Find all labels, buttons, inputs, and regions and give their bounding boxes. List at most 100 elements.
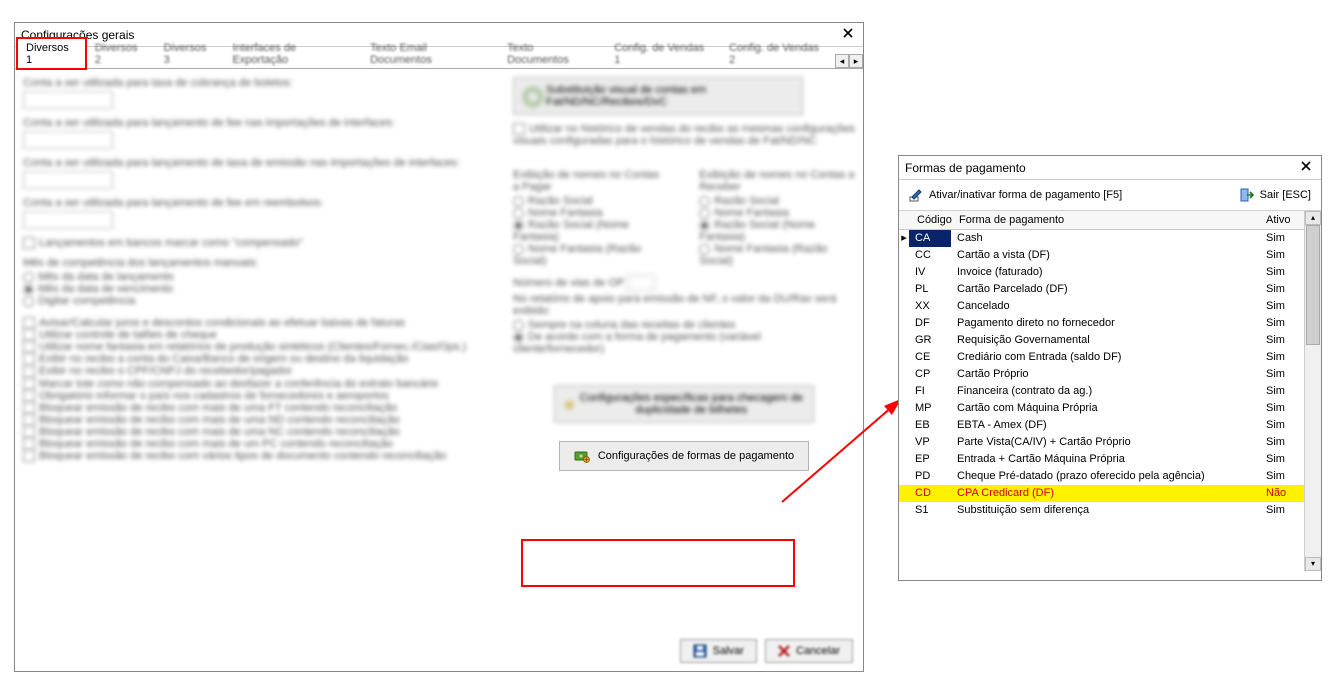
- cell-descricao: Cartão com Máquina Própria: [951, 400, 1260, 417]
- tab-texto-email-documentos[interactable]: Texto Email Documentos: [361, 38, 498, 69]
- table-row[interactable]: EPEntrada + Cartão Máquina PrópriaSim: [899, 451, 1304, 468]
- toggle-active-button[interactable]: Ativar/inativar forma de pagamento [F5]: [909, 188, 1122, 202]
- row-marker-icon: [899, 298, 909, 315]
- cell-ativo: Sim: [1260, 247, 1304, 264]
- tab-diversos-1[interactable]: Diversos 1: [17, 38, 86, 69]
- row-marker-icon: [899, 264, 909, 281]
- row-marker-icon: ▸: [899, 230, 909, 247]
- cell-codigo: IV: [909, 264, 951, 281]
- cell-ativo: Sim: [1260, 434, 1304, 451]
- table-row[interactable]: MPCartão com Máquina PrópriaSim: [899, 400, 1304, 417]
- cell-descricao: Financeira (contrato da ag.): [951, 383, 1260, 400]
- cell-codigo: XX: [909, 298, 951, 315]
- cell-ativo: Sim: [1260, 264, 1304, 281]
- cell-codigo: EB: [909, 417, 951, 434]
- table-row[interactable]: DFPagamento direto no fornecedorSim: [899, 315, 1304, 332]
- scroll-thumb[interactable]: [1306, 225, 1320, 345]
- cell-codigo: MP: [909, 400, 951, 417]
- formas-titlebar: Formas de pagamento: [899, 156, 1321, 180]
- cancel-icon: [778, 645, 790, 657]
- tab-diversos-2[interactable]: Diversos 2: [86, 38, 155, 69]
- cell-ativo: Sim: [1260, 451, 1304, 468]
- vertical-scrollbar[interactable]: ▴ ▾: [1304, 211, 1321, 571]
- cell-codigo: DF: [909, 315, 951, 332]
- cell-descricao: Cartão Parcelado (DF): [951, 281, 1260, 298]
- cancel-button[interactable]: Cancelar: [765, 639, 853, 663]
- col-ativo[interactable]: Ativo: [1260, 211, 1304, 229]
- money-gear-icon: [574, 448, 590, 464]
- tab-interfaces-exportacao[interactable]: Interfaces de Exportação: [223, 38, 361, 69]
- cell-codigo: PL: [909, 281, 951, 298]
- row-marker-icon: [899, 349, 909, 366]
- cell-codigo: CE: [909, 349, 951, 366]
- cell-ativo: Sim: [1260, 468, 1304, 485]
- table-row[interactable]: S1Substituição sem diferençaSim: [899, 502, 1304, 519]
- table-row[interactable]: CPCartão PróprioSim: [899, 366, 1304, 383]
- cell-codigo: CA: [909, 230, 951, 247]
- tab-scroll-left-icon[interactable]: ◂: [835, 54, 849, 68]
- table-row[interactable]: CCCartão a vista (DF)Sim: [899, 247, 1304, 264]
- row-marker-icon: [899, 400, 909, 417]
- table-row[interactable]: PDCheque Pré-datado (prazo oferecido pel…: [899, 468, 1304, 485]
- row-marker-icon: [899, 451, 909, 468]
- config-formas-pagamento-label: Configurações de formas de pagamento: [598, 450, 794, 462]
- cell-codigo: CC: [909, 247, 951, 264]
- tab-texto-documentos[interactable]: Texto Documentos: [498, 38, 605, 69]
- cell-ativo: Sim: [1260, 400, 1304, 417]
- cell-codigo: CP: [909, 366, 951, 383]
- exit-button[interactable]: Sair [ESC]: [1240, 188, 1311, 202]
- formas-toolbar: Ativar/inativar forma de pagamento [F5] …: [899, 180, 1321, 211]
- tab-config-vendas-2[interactable]: Config. de Vendas 2: [720, 38, 835, 69]
- cell-descricao: Cash: [951, 230, 1260, 247]
- cell-descricao: Cartão Próprio: [951, 366, 1260, 383]
- table-row[interactable]: XXCanceladoSim: [899, 298, 1304, 315]
- row-marker-icon: [899, 502, 909, 519]
- cell-codigo: CD: [909, 485, 951, 502]
- config-formas-pagamento-button[interactable]: Configurações de formas de pagamento: [559, 441, 809, 471]
- cell-ativo: Sim: [1260, 230, 1304, 247]
- cell-ativo: Sim: [1260, 383, 1304, 400]
- table-row[interactable]: EBEBTA - Amex (DF)Sim: [899, 417, 1304, 434]
- tab-diversos-3[interactable]: Diversos 3: [155, 38, 224, 69]
- cell-codigo: S1: [909, 502, 951, 519]
- row-marker-icon: [899, 247, 909, 264]
- cell-descricao: Pagamento direto no fornecedor: [951, 315, 1260, 332]
- callout-frame: [521, 539, 795, 587]
- save-label: Salvar: [713, 645, 744, 657]
- cell-ativo: Não: [1260, 485, 1304, 502]
- col-forma-pagamento[interactable]: Forma de pagamento: [953, 211, 1260, 229]
- cell-descricao: Entrada + Cartão Máquina Própria: [951, 451, 1260, 468]
- grid-header: Código Forma de pagamento Ativo: [899, 211, 1304, 230]
- close-icon[interactable]: [1297, 159, 1315, 177]
- scroll-down-icon[interactable]: ▾: [1305, 557, 1321, 571]
- cell-ativo: Sim: [1260, 315, 1304, 332]
- row-marker-icon: [899, 485, 909, 502]
- cell-descricao: Cancelado: [951, 298, 1260, 315]
- table-row[interactable]: ▸CACashSim: [899, 230, 1304, 247]
- table-row[interactable]: CECrediário com Entrada (saldo DF)Sim: [899, 349, 1304, 366]
- table-row[interactable]: GRRequisição GovernamentalSim: [899, 332, 1304, 349]
- cell-ativo: Sim: [1260, 298, 1304, 315]
- row-marker-icon: [899, 417, 909, 434]
- footer-buttons: Salvar Cancelar: [680, 639, 853, 663]
- table-row[interactable]: PLCartão Parcelado (DF)Sim: [899, 281, 1304, 298]
- table-row[interactable]: IVInvoice (faturado)Sim: [899, 264, 1304, 281]
- close-icon[interactable]: [839, 26, 857, 44]
- table-row[interactable]: FIFinanceira (contrato da ag.)Sim: [899, 383, 1304, 400]
- tab-config-vendas-1[interactable]: Config. de Vendas 1: [605, 38, 720, 69]
- table-row[interactable]: VPParte Vista(CA/IV) + Cartão PróprioSim: [899, 434, 1304, 451]
- table-row[interactable]: CDCPA Credicard (DF)Não: [899, 485, 1304, 502]
- row-marker-icon: [899, 383, 909, 400]
- row-marker-icon: [899, 332, 909, 349]
- tab-scroll-right-icon[interactable]: ▸: [849, 54, 863, 68]
- col-codigo[interactable]: Código: [911, 211, 953, 229]
- scroll-up-icon[interactable]: ▴: [1305, 211, 1321, 225]
- row-marker-icon: [899, 315, 909, 332]
- cell-descricao: Substituição sem diferença: [951, 502, 1260, 519]
- exit-icon: [1240, 188, 1254, 202]
- cell-ativo: Sim: [1260, 502, 1304, 519]
- cell-codigo: VP: [909, 434, 951, 451]
- cell-codigo: EP: [909, 451, 951, 468]
- save-button[interactable]: Salvar: [680, 639, 757, 663]
- cell-ativo: Sim: [1260, 281, 1304, 298]
